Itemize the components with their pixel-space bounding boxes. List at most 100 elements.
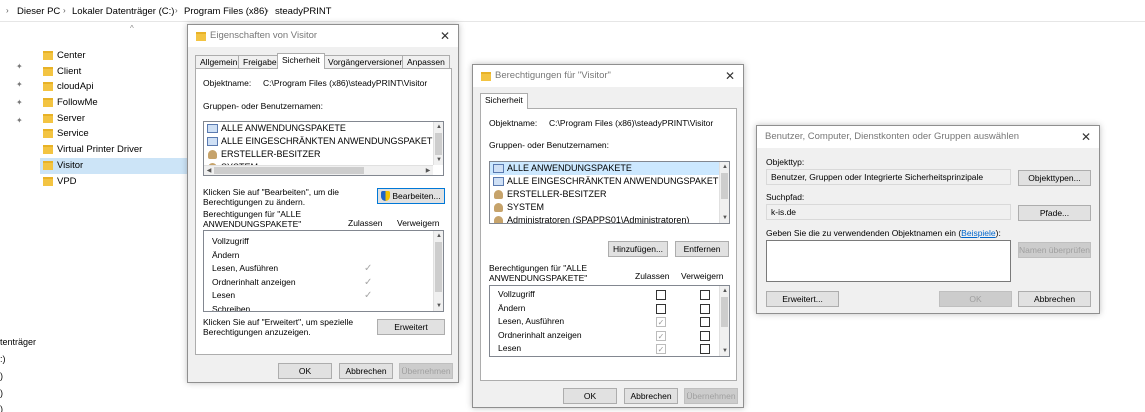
nav-item[interactable]: ) [0,388,3,398]
vertical-scrollbar[interactable]: ▲ ▼ [719,162,729,223]
advanced-button[interactable]: Erweitert... [766,291,839,307]
scroll-thumb[interactable] [435,133,442,155]
folder-item[interactable]: Virtual Printer Driver [40,142,200,158]
folder-item[interactable]: Service [40,126,200,142]
breadcrumb-steadyprint[interactable]: steadyPRINT [275,6,332,17]
deny-checkbox[interactable] [700,317,710,327]
folder-item-selected[interactable]: Visitor [40,157,190,174]
folder-item[interactable]: Client [40,64,200,80]
add-button[interactable]: Hinzufügen... [608,241,668,257]
address-bar[interactable]: › Dieser PC › Lokaler Datenträger (C:) ›… [0,0,1145,22]
groups-listbox[interactable]: ALLE ANWENDUNGSPAKETE ALLE EINGESCHRÄNKT… [489,161,730,224]
cancel-button[interactable]: Abbrechen [624,388,678,404]
folder-item[interactable]: VPD [40,174,200,190]
ok-button[interactable]: OK [278,363,332,379]
scroll-thumb[interactable] [721,173,728,199]
properties-dialog-titlebar[interactable]: Eigenschaften von Visitor ✕ [188,25,458,47]
object-types-button[interactable]: Objekttypen... [1018,170,1091,186]
cancel-button[interactable]: Abbrechen [1018,291,1091,307]
advanced-button[interactable]: Erweitert [377,319,445,335]
permission-row: Lesen, Ausführen ✓ [490,315,729,329]
nav-item-drive[interactable]: tenträger [0,337,36,347]
folder-icon [43,51,53,60]
edit-button[interactable]: Bearbeiten... [377,188,445,204]
folder-item[interactable]: cloudApi [40,79,200,95]
tab-vorgaengerversionen[interactable]: Vorgängerversionen [323,55,410,69]
allow-checkbox[interactable] [656,303,666,314]
list-item[interactable]: ALLE ANWENDUNGSPAKETE [204,122,443,135]
close-icon[interactable]: ✕ [440,25,450,47]
scroll-left-icon[interactable]: ◀ [204,166,214,175]
folder-icon [43,82,53,92]
check-names-button[interactable]: Namen überprüfen [1018,242,1091,258]
examples-link[interactable]: Beispiele [961,228,996,238]
tab-allgemein[interactable]: Allgemein [195,55,243,69]
folder-item[interactable]: Server [40,111,200,127]
nav-item[interactable]: :) [0,354,6,364]
scroll-up-icon[interactable]: ▲ [434,231,443,241]
list-item[interactable]: ERSTELLER-BESITZER [204,148,443,161]
object-name-label: Objektname: [489,118,538,128]
allow-checkbox-checked[interactable]: ✓ [656,344,666,354]
list-item[interactable]: ERSTELLER-BESITZER [490,188,729,201]
permissions-dialog-titlebar[interactable]: Berechtigungen für "Visitor" ✕ [473,65,743,87]
user-group-icon [493,177,504,186]
list-item[interactable]: SYSTEM [490,201,729,214]
breadcrumb-this-pc[interactable]: Dieser PC [17,6,60,17]
dialog-title: Berechtigungen für "Visitor" [495,70,611,81]
deny-checkbox[interactable] [700,303,710,314]
allow-checkbox-checked[interactable]: ✓ [656,330,666,341]
user-group-icon [207,137,218,146]
nav-item[interactable]: ) [0,371,3,381]
scroll-up-icon[interactable]: ▲ [720,286,729,296]
deny-checkbox[interactable] [700,330,710,341]
scroll-down-icon[interactable]: ▼ [720,346,729,356]
cancel-button[interactable]: Abbrechen [339,363,393,379]
scroll-up-icon[interactable]: ▲ [434,122,443,132]
apply-button[interactable]: Übernehmen [684,388,738,404]
breadcrumb-drive[interactable]: Lokaler Datenträger (C:) [72,6,174,17]
permission-row: Schreiben [212,303,251,312]
folder-item[interactable]: Center [40,48,200,64]
scroll-down-icon[interactable]: ▼ [434,301,443,311]
scroll-down-icon[interactable]: ▼ [720,213,729,223]
scroll-down-icon[interactable]: ▼ [434,155,443,165]
horizontal-scrollbar[interactable]: ◀ ▶ [204,165,433,175]
ok-button[interactable]: OK [939,291,1012,307]
object-names-input[interactable] [766,240,1011,282]
allow-checkbox[interactable] [656,290,666,300]
close-icon[interactable]: ✕ [725,65,735,87]
select-users-dialog-titlebar[interactable]: Benutzer, Computer, Dienstkonten oder Gr… [757,126,1099,148]
folder-item[interactable]: FollowMe [40,95,200,111]
list-item[interactable]: ALLE EINGESCHRÄNKTEN ANWENDUNGSPAKETE [204,135,443,148]
remove-button[interactable]: Entfernen [675,241,729,257]
list-item[interactable]: Administratoren (SPAPPS01\Administratore… [490,214,729,223]
paths-button[interactable]: Pfade... [1018,205,1091,221]
deny-checkbox[interactable] [700,290,710,300]
user-group-icon [493,164,504,173]
scroll-thumb[interactable] [435,242,442,292]
allow-checkbox-checked[interactable]: ✓ [656,317,666,327]
permission-row: Ordnerinhalt anzeigen ✓ [490,329,729,343]
apply-button[interactable]: Übernehmen [399,363,453,379]
vertical-scrollbar[interactable]: ▲ ▼ [433,122,443,165]
ok-button[interactable]: OK [563,388,617,404]
vertical-scrollbar[interactable]: ▲ ▼ [433,231,443,311]
deny-checkbox[interactable] [700,344,710,354]
scroll-thumb[interactable] [214,167,364,174]
scroll-thumb[interactable] [721,297,728,327]
scroll-up-icon[interactable]: ▲ [720,162,729,172]
tab-freigabe[interactable]: Freigabe [238,55,282,69]
groups-listbox[interactable]: ALLE ANWENDUNGSPAKETE ALLE EINGESCHRÄNKT… [203,121,444,176]
tab-sicherheit[interactable]: Sicherheit [480,93,528,109]
tab-sicherheit[interactable]: Sicherheit [277,53,325,69]
tab-anpassen[interactable]: Anpassen [402,55,450,69]
breadcrumb-program-files[interactable]: Program Files (x86) [184,6,267,17]
list-item[interactable]: ALLE EINGESCHRÄNKTEN ANWENDUNGSPAKETE [490,175,729,188]
scroll-right-icon[interactable]: ▶ [423,166,433,175]
vertical-scrollbar[interactable]: ▲ ▼ [719,286,729,356]
nav-item[interactable]: ) [0,404,3,412]
close-icon[interactable]: ✕ [1081,126,1091,148]
user-icon [208,150,217,159]
list-item-selected[interactable]: ALLE ANWENDUNGSPAKETE [490,162,729,175]
